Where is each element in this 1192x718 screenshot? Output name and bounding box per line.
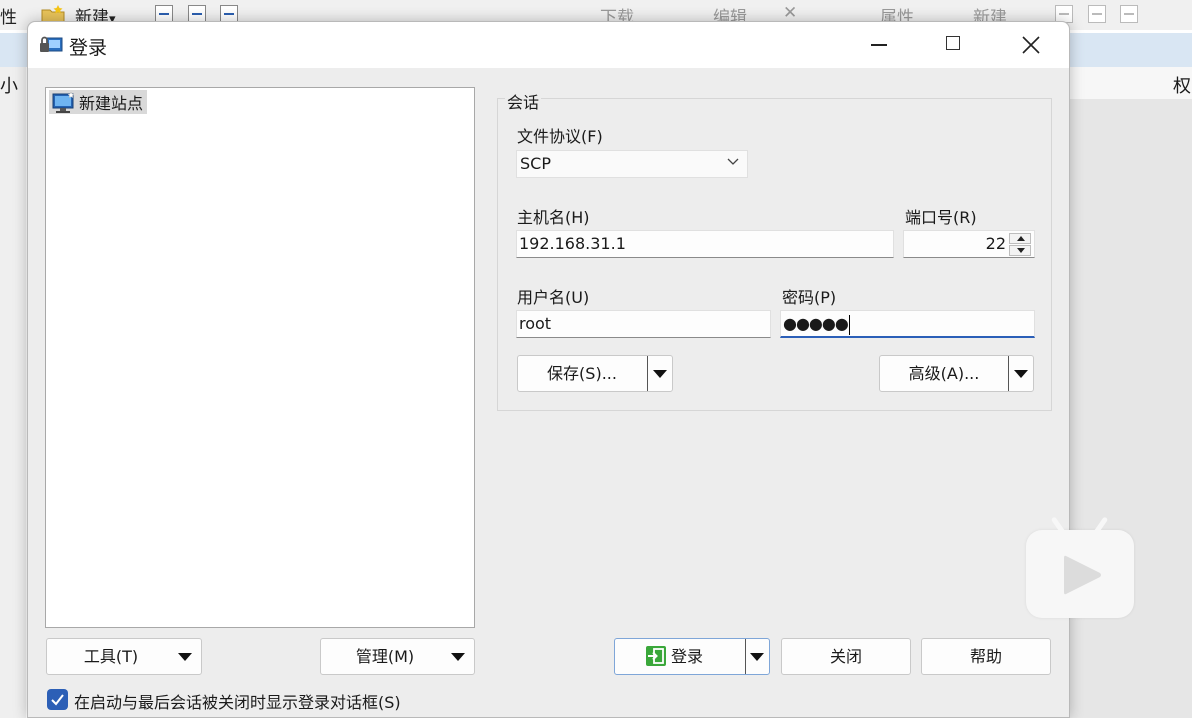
delete-icon[interactable]: ✕ xyxy=(783,3,797,23)
background-left-panel xyxy=(0,67,26,718)
close-icon xyxy=(1022,36,1040,54)
username-label: 用户名(U) xyxy=(517,288,590,307)
login-split-button[interactable]: 登录 xyxy=(614,638,770,675)
advanced-button[interactable]: 高级(A)... xyxy=(880,356,1008,391)
password-label: 密码(P) xyxy=(782,288,837,307)
password-mask: ●●●●● xyxy=(783,314,849,333)
split-separator xyxy=(745,639,746,674)
tools-button-label: 工具(T) xyxy=(83,647,139,666)
toolbar-partial-label: 性 xyxy=(0,8,17,28)
monitor-icon xyxy=(52,92,75,113)
close-button-label: 关闭 xyxy=(829,647,862,666)
spin-down-icon[interactable] xyxy=(1009,245,1031,256)
login-icon xyxy=(646,646,666,666)
startup-checkbox[interactable] xyxy=(47,689,68,710)
port-value: 22 xyxy=(985,234,1006,253)
save-button[interactable]: 保存(S)... xyxy=(518,356,646,391)
dialog-title: 登录 xyxy=(69,37,108,59)
protocol-label: 文件协议(F) xyxy=(517,127,603,146)
advanced-split-button[interactable]: 高级(A)... xyxy=(879,355,1034,392)
play-video-widget[interactable] xyxy=(1026,516,1134,618)
background-file-list xyxy=(1070,99,1192,718)
spin-up-icon[interactable] xyxy=(1009,233,1031,244)
split-separator xyxy=(1008,356,1009,391)
port-label: 端口号(R) xyxy=(905,208,977,227)
play-icon xyxy=(1064,555,1101,595)
protocol-value: SCP xyxy=(520,154,551,173)
startup-checkbox-label[interactable]: 在启动与最后会话被关闭时显示登录对话框(S) xyxy=(74,689,401,713)
host-label: 主机名(H) xyxy=(517,208,590,227)
chevron-down-icon xyxy=(727,158,739,165)
maximize-button[interactable] xyxy=(919,22,987,68)
help-button[interactable]: 帮助 xyxy=(921,638,1051,675)
manage-button-label: 管理(M) xyxy=(355,647,415,666)
dropdown-arrow-icon[interactable] xyxy=(750,653,764,661)
tree-item-new-site[interactable]: 新建站点 xyxy=(49,90,148,114)
password-input[interactable]: ●●●●● xyxy=(780,310,1035,338)
save-split-button[interactable]: 保存(S)... xyxy=(517,355,673,392)
minimize-button[interactable] xyxy=(844,22,912,68)
username-value: root xyxy=(519,314,552,333)
session-group-label: 会话 xyxy=(505,89,542,113)
help-button-label: 帮助 xyxy=(969,647,1002,666)
dropdown-arrow-icon[interactable] xyxy=(653,370,667,378)
manage-button[interactable]: 管理(M) xyxy=(320,638,475,675)
tree-item-label: 新建站点 xyxy=(79,94,144,113)
split-separator xyxy=(647,356,648,391)
column-header-rights[interactable]: 权 xyxy=(1173,72,1191,98)
host-input[interactable]: 192.168.31.1 xyxy=(516,230,894,258)
port-spinner[interactable] xyxy=(1009,233,1032,257)
close-window-button[interactable] xyxy=(997,22,1065,68)
column-header-size[interactable]: 小 xyxy=(0,72,18,98)
host-value: 192.168.31.1 xyxy=(519,234,626,253)
username-input[interactable]: root xyxy=(516,310,771,338)
text-caret xyxy=(848,314,851,335)
dropdown-arrow-icon xyxy=(451,653,465,661)
tools-button[interactable]: 工具(T) xyxy=(46,638,202,675)
dropdown-arrow-icon[interactable] xyxy=(1014,370,1028,378)
dropdown-arrow-icon xyxy=(178,653,192,661)
remove-icon-right[interactable] xyxy=(1088,5,1106,23)
login-button[interactable]: 登录 xyxy=(671,639,711,674)
site-tree[interactable]: 新建站点 xyxy=(45,87,475,628)
login-dialog: 登录 新建站点 会话 文件协议(F) SCP 主机名(H) 192.168.31… xyxy=(27,21,1070,718)
dialog-titlebar[interactable]: 登录 xyxy=(28,22,1069,68)
protocol-select[interactable]: SCP xyxy=(516,150,748,178)
checkmark-icon xyxy=(51,694,64,706)
filter-icon-right[interactable] xyxy=(1120,5,1138,23)
close-button[interactable]: 关闭 xyxy=(781,638,911,675)
lock-computer-icon xyxy=(40,36,63,52)
